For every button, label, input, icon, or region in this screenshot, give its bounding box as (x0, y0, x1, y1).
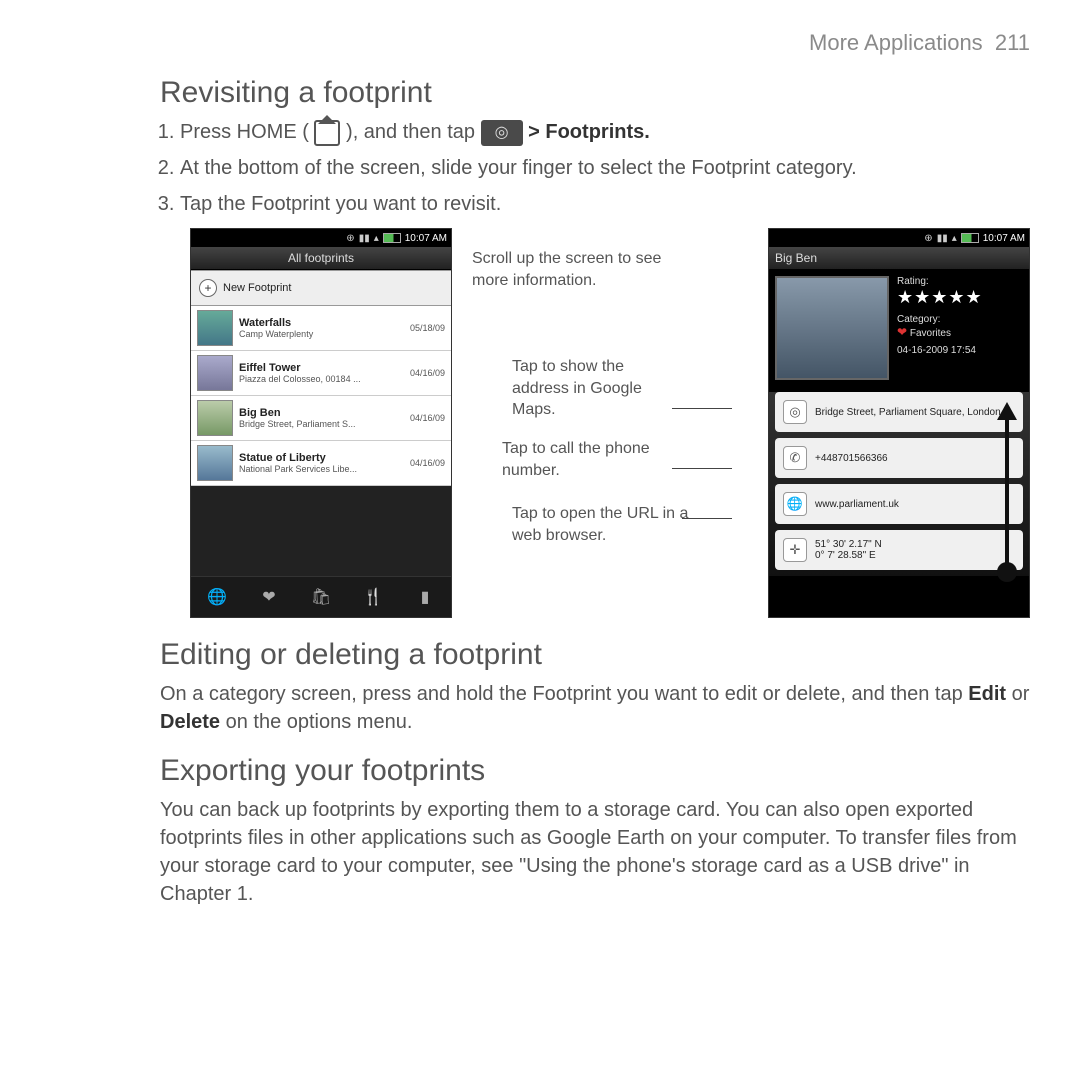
address-value: Bridge Street, Parliament Square, London (815, 407, 1001, 418)
screenshot-footprints-list: ⊕ ▮▮ ▴ 10:07 AM All footprints + New Foo… (190, 228, 452, 618)
heart-icon: ❤ (897, 325, 907, 339)
screen-title: All footprints (191, 247, 451, 270)
list-blank-area (191, 486, 451, 576)
tab-other-icon[interactable]: ▮ (399, 577, 451, 617)
section-name: More Applications (809, 30, 983, 55)
callouts-column: Scroll up the screen to see more informa… (472, 228, 748, 618)
url-value: www.parliament.uk (815, 499, 899, 510)
callout-url: Tap to open the URL in a web browser. (512, 503, 692, 546)
signal-icon: ▮▮ (359, 233, 370, 244)
heading-revisit: Revisiting a footprint (160, 76, 1030, 110)
list-item[interactable]: Eiffel Tower Piazza del Colosseo, 00184 … (191, 351, 451, 396)
category-label: Category: (897, 314, 1023, 325)
edit-body: On a category screen, press and hold the… (160, 680, 1030, 736)
callout-maps: Tap to show the address in Google Maps. (512, 356, 682, 421)
globe-icon: 🌐 (783, 492, 807, 516)
footprints-path: > Footprints. (528, 121, 650, 143)
connector-line (672, 468, 732, 469)
item-title: Statue of Liberty (239, 452, 404, 464)
url-row[interactable]: 🌐 www.parliament.uk (775, 484, 1023, 524)
item-subtitle: National Park Services Libe... (239, 464, 404, 474)
category-value: ❤ Favorites (897, 325, 1023, 339)
step-3: Tap the Footprint you want to revisit. (180, 190, 1030, 218)
signal-icon: ▮▮ (937, 233, 948, 244)
crosshair-icon: ✛ (783, 538, 807, 562)
export-body: You can back up footprints by exporting … (160, 796, 1030, 908)
item-title: Waterfalls (239, 317, 404, 329)
phone-row[interactable]: ✆ +448701566366 (775, 438, 1023, 478)
detail-meta: Rating: ★★★★★ Category: ❤ Favorites 04-1… (895, 270, 1029, 386)
item-subtitle: Piazza del Colosseo, 00184 ... (239, 374, 404, 384)
tab-shopping-icon[interactable]: 🛍 (295, 577, 347, 617)
item-subtitle: Camp Waterplenty (239, 329, 404, 339)
thumbnail-icon (197, 400, 233, 436)
phone-value: +448701566366 (815, 453, 888, 464)
home-icon (314, 120, 340, 146)
battery-icon (961, 233, 979, 243)
detail-title: Big Ben (769, 247, 1029, 270)
detail-timestamp: 04-16-2009 17:54 (897, 345, 1023, 356)
launcher-icon: ◎ (481, 120, 523, 146)
running-header: More Applications 211 (160, 30, 1030, 56)
wifi-icon: ▴ (374, 233, 379, 244)
tab-favorites-icon[interactable]: ❤ (243, 577, 295, 617)
list-item[interactable]: Waterfalls Camp Waterplenty 05/18/09 (191, 306, 451, 351)
connector-line (672, 408, 732, 409)
heading-export: Exporting your footprints (160, 754, 1030, 788)
phone-icon: ✆ (783, 446, 807, 470)
item-date: 05/18/09 (410, 323, 445, 333)
detail-photo (775, 276, 889, 380)
page-number: 211 (995, 30, 1030, 55)
coords-value: 51° 30' 2.17" N 0° 7' 28.58" E (815, 539, 882, 561)
thumbnail-icon (197, 445, 233, 481)
status-time: 10:07 AM (983, 233, 1025, 244)
thumbnail-icon (197, 355, 233, 391)
item-date: 04/16/09 (410, 368, 445, 378)
item-title: Big Ben (239, 407, 404, 419)
category-tab-bar[interactable]: 🌐 ❤ 🛍 🍴 ▮ (191, 576, 451, 617)
plus-icon: + (199, 279, 217, 297)
wifi-icon: ▴ (952, 233, 957, 244)
callout-phone: Tap to call the phone number. (502, 438, 672, 481)
footprint-list: Waterfalls Camp Waterplenty 05/18/09 Eif… (191, 306, 451, 486)
item-date: 04/16/09 (410, 413, 445, 423)
status-time: 10:07 AM (405, 233, 447, 244)
new-footprint-button[interactable]: + New Footprint (191, 270, 451, 306)
scroll-up-arrow (997, 402, 1017, 572)
gps-icon: ⊕ (346, 233, 354, 244)
screenshot-footprint-detail: ⊕ ▮▮ ▴ 10:07 AM Big Ben Rating: ★★★★★ Ca… (768, 228, 1030, 618)
item-date: 04/16/09 (410, 458, 445, 468)
callout-scroll: Scroll up the screen to see more informa… (472, 248, 672, 291)
item-title: Eiffel Tower (239, 362, 404, 374)
thumbnail-icon (197, 310, 233, 346)
heading-edit: Editing or deleting a footprint (160, 638, 1030, 672)
list-item[interactable]: Statue of Liberty National Park Services… (191, 441, 451, 486)
item-subtitle: Bridge Street, Parliament S... (239, 419, 404, 429)
step-1: Press HOME ( ), and then tap ◎ > Footpri… (180, 118, 1030, 146)
battery-icon (383, 233, 401, 243)
new-footprint-label: New Footprint (223, 282, 291, 294)
gps-icon: ⊕ (924, 233, 932, 244)
address-row[interactable]: ◎ Bridge Street, Parliament Square, Lond… (775, 392, 1023, 432)
tab-globe-icon[interactable]: 🌐 (191, 577, 243, 617)
list-item[interactable]: Big Ben Bridge Street, Parliament S... 0… (191, 396, 451, 441)
status-bar: ⊕ ▮▮ ▴ 10:07 AM (769, 229, 1029, 247)
coords-row[interactable]: ✛ 51° 30' 2.17" N 0° 7' 28.58" E (775, 530, 1023, 570)
map-marker-icon: ◎ (783, 400, 807, 424)
step-2: At the bottom of the screen, slide your … (180, 154, 1030, 182)
rating-stars: ★★★★★ (897, 287, 1023, 308)
rating-label: Rating: (897, 276, 1023, 287)
status-bar: ⊕ ▮▮ ▴ 10:07 AM (191, 229, 451, 247)
tab-dining-icon[interactable]: 🍴 (347, 577, 399, 617)
connector-line (682, 518, 732, 519)
